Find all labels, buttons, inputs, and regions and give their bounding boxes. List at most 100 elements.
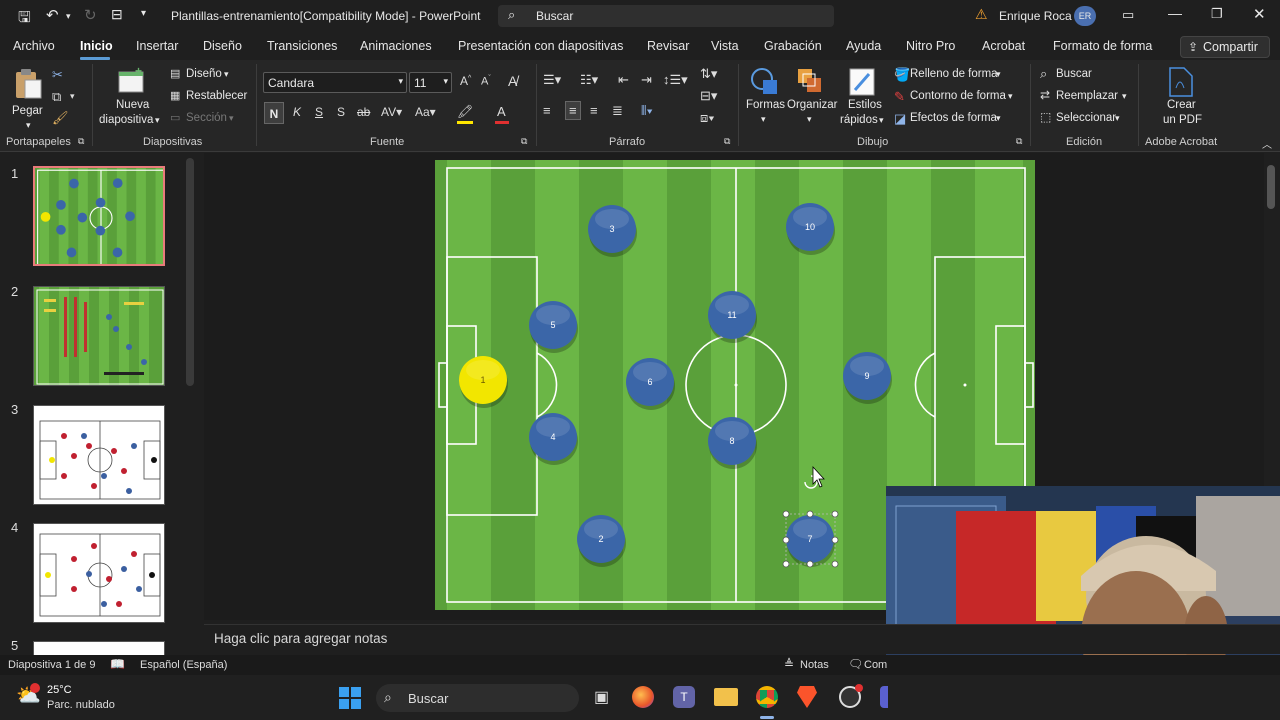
player-9[interactable]: 9 bbox=[843, 352, 892, 404]
app-icon[interactable] bbox=[880, 686, 888, 708]
ribbon-display-icon[interactable]: ▭ bbox=[1122, 7, 1134, 23]
player-3[interactable]: 3 bbox=[588, 205, 637, 257]
shape-fill-icon[interactable]: 🪣 bbox=[894, 67, 910, 83]
layout-icon[interactable]: ▤ bbox=[170, 67, 180, 80]
task-view-icon[interactable]: ▣ bbox=[594, 687, 609, 707]
find-icon[interactable]: ⌕ bbox=[1040, 66, 1047, 82]
format-painter-icon[interactable]: 🖌 bbox=[52, 110, 69, 126]
numbering-icon[interactable]: ☷▾ bbox=[580, 72, 598, 88]
tab-inicio[interactable]: Inicio bbox=[80, 39, 113, 53]
replace-icon[interactable]: ⇄ bbox=[1040, 88, 1050, 102]
shape-effects-button[interactable]: Efectos de forma bbox=[910, 112, 997, 124]
underline-button[interactable]: S bbox=[315, 105, 323, 119]
clear-formatting-icon[interactable]: A̸ bbox=[508, 73, 517, 89]
decrease-font-icon[interactable]: Aˇ bbox=[481, 75, 491, 88]
player-7[interactable]: 7 bbox=[786, 515, 835, 567]
tab-revisar[interactable]: Revisar bbox=[647, 39, 689, 53]
canvas-scrollbar[interactable] bbox=[1267, 165, 1275, 209]
select-icon[interactable]: ⬚ bbox=[1040, 110, 1051, 124]
select-dropdown-icon[interactable]: ▾ bbox=[1115, 113, 1120, 124]
accessibility-icon[interactable]: 📖 bbox=[110, 657, 125, 671]
increase-indent-icon[interactable]: ⇥ bbox=[641, 72, 652, 88]
comments-button[interactable]: Com bbox=[864, 659, 887, 671]
slide-thumbnail-2[interactable] bbox=[33, 286, 165, 386]
copy-dropdown-icon[interactable]: ▾ bbox=[70, 91, 75, 102]
tab-nitro-pro[interactable]: Nitro Pro bbox=[906, 39, 955, 53]
find-button[interactable]: Buscar bbox=[1056, 68, 1092, 80]
teams-icon[interactable]: T bbox=[673, 686, 695, 708]
player-2[interactable]: 2 bbox=[577, 515, 626, 567]
justify-icon[interactable]: ≣ bbox=[612, 103, 623, 119]
file-explorer-icon[interactable] bbox=[714, 688, 738, 706]
strikethrough-icon[interactable]: ab bbox=[357, 105, 370, 119]
font-launcher-icon[interactable]: ⧉ bbox=[521, 136, 527, 147]
weather-temp[interactable]: 25°C bbox=[47, 684, 72, 696]
player-6[interactable]: 6 bbox=[626, 358, 675, 410]
drawing-launcher-icon[interactable]: ⧉ bbox=[1016, 136, 1022, 147]
thumbnails-scrollbar[interactable] bbox=[186, 158, 194, 386]
player-10[interactable]: 10 bbox=[786, 203, 835, 255]
brave-icon[interactable] bbox=[797, 686, 817, 708]
restore-icon[interactable]: ❐ bbox=[1211, 6, 1223, 22]
replace-dropdown-icon[interactable]: ▾ bbox=[1122, 91, 1127, 102]
font-name-combo[interactable]: Candara ▾ bbox=[263, 72, 407, 93]
search-box[interactable]: ⌕ Buscar bbox=[498, 5, 834, 27]
bold-button[interactable]: N bbox=[264, 102, 284, 124]
increase-font-icon[interactable]: A^ bbox=[460, 74, 471, 88]
language[interactable]: Español (España) bbox=[140, 659, 227, 671]
quick-styles-button[interactable]: Estilos rápidos ▾ bbox=[838, 66, 888, 130]
shapes-button[interactable]: Formas ▾ bbox=[744, 66, 786, 130]
minimize-icon[interactable]: — bbox=[1168, 5, 1182, 21]
player-8[interactable]: 8 bbox=[708, 417, 757, 469]
tab-insertar[interactable]: Insertar bbox=[136, 39, 178, 53]
shape-outline-icon[interactable]: ✎ bbox=[894, 89, 905, 105]
reset-icon[interactable]: ▦ bbox=[170, 89, 180, 102]
tab-formato-de-forma[interactable]: Formato de forma bbox=[1053, 39, 1152, 53]
cut-icon[interactable]: ✂ bbox=[52, 67, 63, 83]
shape-effects-dropdown-icon[interactable]: ▾ bbox=[996, 113, 1001, 124]
tab-vista[interactable]: Vista bbox=[711, 39, 739, 53]
player-5[interactable]: 5 bbox=[529, 301, 578, 353]
align-right-icon[interactable]: ≡ bbox=[590, 103, 598, 118]
chrome-icon[interactable] bbox=[756, 686, 778, 708]
shape-outline-button[interactable]: Contorno de forma bbox=[910, 90, 1006, 102]
smartart-icon[interactable]: ⧈▾ bbox=[700, 110, 715, 126]
notes-pane[interactable]: Haga clic para agregar notas bbox=[204, 624, 1280, 654]
create-pdf-button[interactable]: Crear un PDF bbox=[1150, 66, 1210, 130]
notes-icon[interactable]: ≜ bbox=[784, 657, 794, 671]
italic-button[interactable]: K bbox=[293, 105, 301, 119]
columns-icon[interactable]: ⫴▾ bbox=[641, 103, 653, 119]
notes-button[interactable]: Notas bbox=[800, 659, 829, 671]
customize-toolbar-icon[interactable]: ▾ bbox=[141, 8, 146, 19]
align-center-icon[interactable]: ≡ bbox=[565, 101, 581, 120]
shape-fill-dropdown-icon[interactable]: ▾ bbox=[996, 69, 1001, 80]
font-size-combo[interactable]: 11 ▾ bbox=[409, 72, 452, 93]
comments-icon[interactable]: 🗨 bbox=[848, 657, 863, 671]
align-left-icon[interactable]: ≡ bbox=[543, 103, 551, 118]
share-button[interactable]: ⇪ Compartir bbox=[1180, 36, 1270, 58]
tab-presentacion[interactable]: Presentación con diapositivas bbox=[458, 39, 623, 53]
slide-thumbnail-1[interactable] bbox=[33, 166, 165, 266]
reset-button[interactable]: Restablecer bbox=[186, 90, 247, 102]
paragraph-launcher-icon[interactable]: ⧉ bbox=[724, 136, 730, 147]
arrange-button[interactable]: Organizar ▾ bbox=[786, 66, 838, 130]
slide-thumbnail-5[interactable] bbox=[33, 641, 165, 655]
player-4[interactable]: 4 bbox=[529, 413, 578, 465]
tab-ayuda[interactable]: Ayuda bbox=[846, 39, 881, 53]
present-icon[interactable]: ⊟ bbox=[111, 6, 123, 23]
save-icon[interactable]: 🖫 bbox=[18, 7, 31, 32]
tab-archivo[interactable]: Archivo bbox=[13, 39, 55, 53]
player-1[interactable]: 1 bbox=[459, 356, 508, 408]
bullets-icon[interactable]: ☰▾ bbox=[543, 72, 561, 88]
tab-grabacion[interactable]: Grabación bbox=[764, 39, 822, 53]
copy-icon[interactable]: ⧉ bbox=[52, 89, 61, 105]
highlight-icon[interactable]: 🖍 bbox=[457, 104, 474, 120]
change-case-icon[interactable]: Aa▾ bbox=[415, 105, 436, 119]
text-direction-icon[interactable]: ⇅▾ bbox=[700, 66, 717, 82]
tab-animaciones[interactable]: Animaciones bbox=[360, 39, 432, 53]
weather-condition[interactable]: Parc. nublado bbox=[47, 699, 115, 711]
align-text-icon[interactable]: ⊟▾ bbox=[700, 88, 717, 104]
char-spacing-icon[interactable]: AV▾ bbox=[381, 105, 402, 119]
firefox-icon[interactable] bbox=[632, 686, 654, 708]
undo-dropdown-icon[interactable]: ▾ bbox=[66, 11, 71, 22]
